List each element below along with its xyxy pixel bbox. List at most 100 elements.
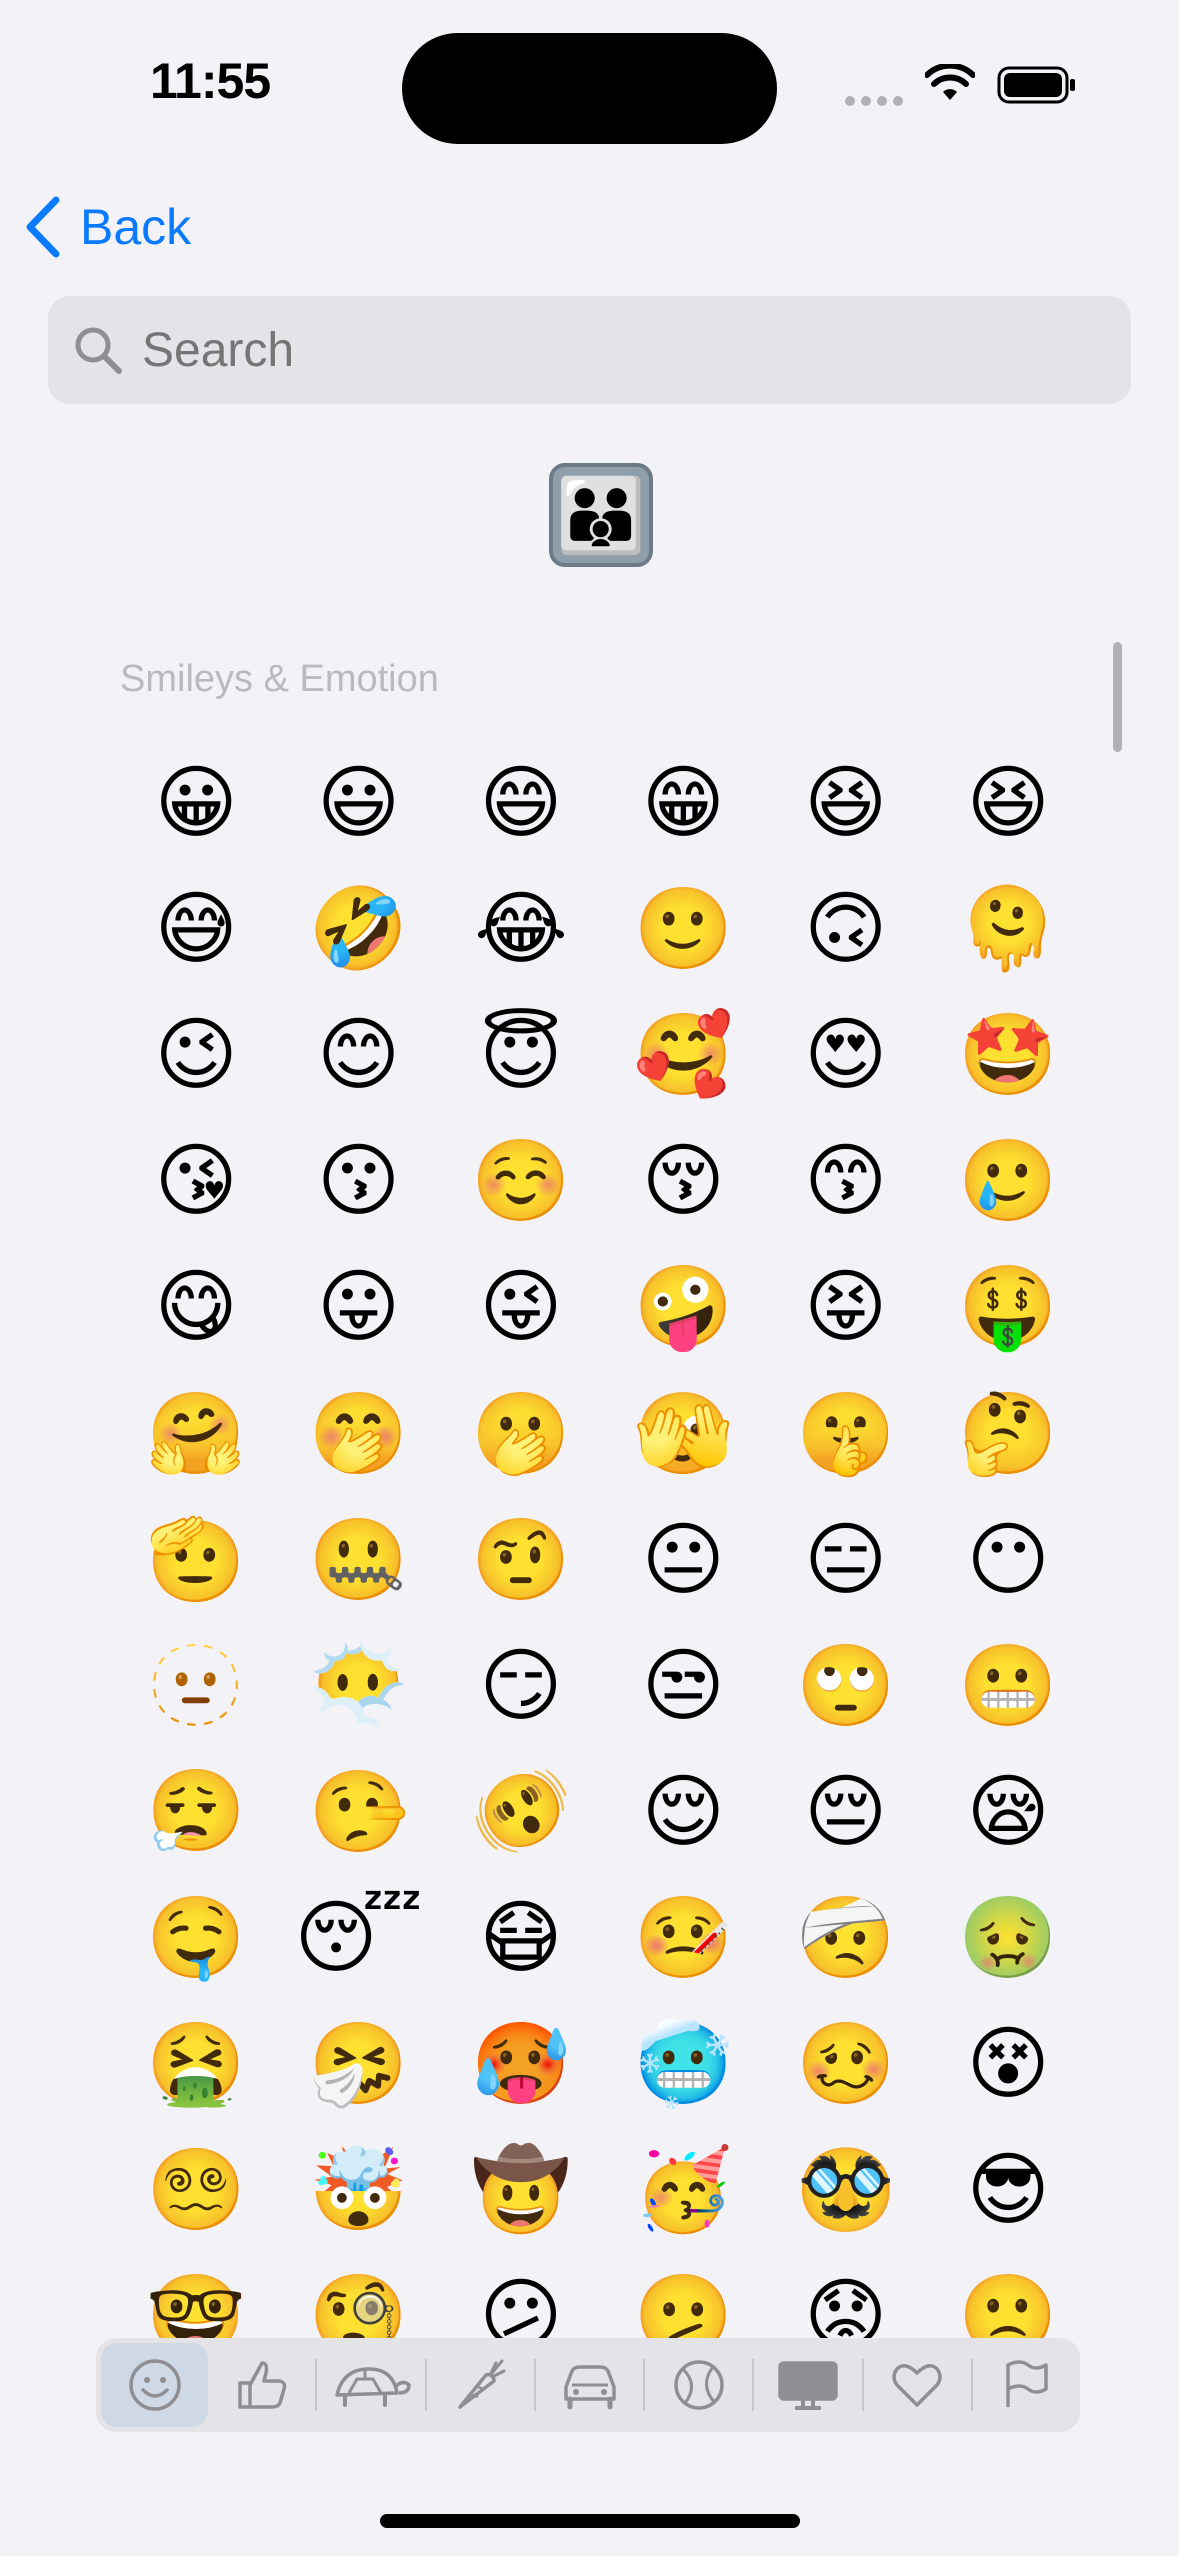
carrot-icon [458,2359,506,2409]
emoji-key[interactable]: 🥳 [602,2127,764,2253]
car-icon [563,2365,616,2410]
emoji-key[interactable]: 🤧 [277,2001,439,2127]
emoji-key[interactable]: 🥲 [927,1118,1075,1244]
emoji-key[interactable]: ☺️ [440,1118,602,1244]
emoji-key[interactable]: 🤪 [602,1244,764,1370]
flag-icon [1006,2360,1049,2407]
emoji-key[interactable]: 😵‍💫 [115,2127,277,2253]
emoji-key[interactable]: 😒 [602,1623,764,1749]
emoji-key[interactable]: 🤑 [927,1244,1075,1370]
emoji-key[interactable]: 🤮 [115,2001,277,2127]
emoji-key[interactable]: 😄 [440,740,602,866]
category-flags[interactable] [973,2343,1080,2427]
emoji-key[interactable]: 🫥 [115,1623,277,1749]
emoji-key[interactable]: 🤩 [927,992,1075,1118]
emoji-key[interactable]: 🫣 [602,1370,764,1496]
emoji-key[interactable]: 🙂 [602,866,764,992]
category-food[interactable] [427,2343,534,2427]
emoji-key[interactable]: 😏 [440,1623,602,1749]
emoji-key[interactable]: 🙄 [765,1623,927,1749]
emoji-key[interactable]: 🤥 [277,1749,439,1875]
chevron-left-icon [26,196,60,258]
emoji-key[interactable]: 😶‍🌫️ [277,1623,439,1749]
back-button[interactable]: Back [24,192,191,262]
emoji-key[interactable]: 🫠 [927,866,1075,992]
emoji-key[interactable]: 😪 [927,1749,1075,1875]
category-objects[interactable] [754,2343,861,2427]
emoji-key[interactable]: 🤣 [277,866,439,992]
category-activities[interactable] [645,2343,752,2427]
emoji-key[interactable]: 🤒 [602,1875,764,2001]
emoji-key[interactable]: 🤫 [765,1370,927,1496]
category-animals[interactable] [317,2343,424,2427]
emoji-key[interactable]: 😚 [602,1118,764,1244]
selected-emoji-preview: 👪 [549,463,653,567]
emoji-key[interactable]: 😁 [602,740,764,866]
emoji-key[interactable]: 😘 [115,1118,277,1244]
emoji-key[interactable]: 🥶 [602,2001,764,2127]
emoji-key[interactable]: 😃 [277,740,439,866]
emoji-key[interactable]: 😴 [277,1875,439,2001]
emoji-key[interactable]: 😐 [602,1497,764,1623]
emoji-key[interactable]: 😀 [115,740,277,866]
emoji-key[interactable]: 😉 [115,992,277,1118]
emoji-key[interactable]: 🤢 [927,1875,1075,2001]
emoji-key[interactable]: 🥰 [602,992,764,1118]
emoji-key[interactable]: 🥴 [765,2001,927,2127]
emoji-key[interactable]: 🤯 [277,2127,439,2253]
emoji-key[interactable]: 🤠 [440,2127,602,2253]
emoji-key[interactable]: 😇 [440,992,602,1118]
emoji-key[interactable]: 🥸 [765,2127,927,2253]
emoji-key[interactable]: 🤭 [277,1370,439,1496]
emoji-key[interactable]: 🙁 [927,2253,1075,2338]
status-time: 11:55 [150,53,271,109]
emoji-key[interactable]: 😙 [765,1118,927,1244]
emoji-key[interactable]: 😑 [765,1497,927,1623]
emoji-key[interactable]: 😔 [765,1749,927,1875]
emoji-key[interactable]: 🤐 [277,1497,439,1623]
category-people[interactable] [208,2343,315,2427]
emoji-key[interactable]: 🤤 [115,1875,277,2001]
emoji-key[interactable]: 😬 [927,1623,1075,1749]
search-bar[interactable] [48,296,1131,404]
emoji-key[interactable]: 🫢 [440,1370,602,1496]
scroll-indicator[interactable] [1113,642,1122,752]
emoji-key[interactable]: 😎 [927,2127,1075,2253]
section-title: Smileys & Emotion [120,658,439,700]
emoji-key[interactable]: 😝 [765,1244,927,1370]
emoji-key[interactable]: 🫨 [440,1749,602,1875]
emoji-key[interactable]: 🤓 [115,2253,277,2338]
emoji-key[interactable]: 😊 [277,992,439,1118]
emoji-key[interactable]: 🥵 [440,2001,602,2127]
computer-icon [778,2361,838,2410]
emoji-key[interactable]: 🤔 [927,1370,1075,1496]
emoji-key[interactable]: 😆 [927,740,1075,866]
emoji-key[interactable]: 😜 [440,1244,602,1370]
emoji-key[interactable]: 😂 [440,866,602,992]
emoji-key[interactable]: 😛 [277,1244,439,1370]
category-smileys[interactable] [101,2343,209,2427]
emoji-key[interactable]: 😍 [765,992,927,1118]
emoji-key[interactable]: 🧐 [277,2253,439,2338]
emoji-key[interactable]: 😅 [115,866,277,992]
emoji-key[interactable]: 😕 [440,2253,602,2338]
emoji-key[interactable]: 😷 [440,1875,602,2001]
emoji-key[interactable]: 😮‍💨 [115,1749,277,1875]
emoji-key[interactable]: 🫤 [602,2253,764,2338]
category-symbols[interactable] [864,2343,971,2427]
search-input[interactable] [140,321,1044,379]
emoji-key[interactable]: 🤨 [440,1497,602,1623]
turtle-icon [335,2367,411,2407]
emoji-key[interactable]: 🤗 [115,1370,277,1496]
category-travel[interactable] [536,2343,643,2427]
emoji-key[interactable]: 😵 [927,2001,1075,2127]
emoji-key[interactable]: 🫡 [115,1497,277,1623]
emoji-key[interactable]: 😆 [765,740,927,866]
emoji-key[interactable]: 😗 [277,1118,439,1244]
emoji-key[interactable]: 😶 [927,1497,1075,1623]
emoji-key[interactable]: 🙃 [765,866,927,992]
emoji-key[interactable]: 😟 [765,2253,927,2338]
emoji-key[interactable]: 😋 [115,1244,277,1370]
emoji-key[interactable]: 🤕 [765,1875,927,2001]
emoji-key[interactable]: 😌 [602,1749,764,1875]
